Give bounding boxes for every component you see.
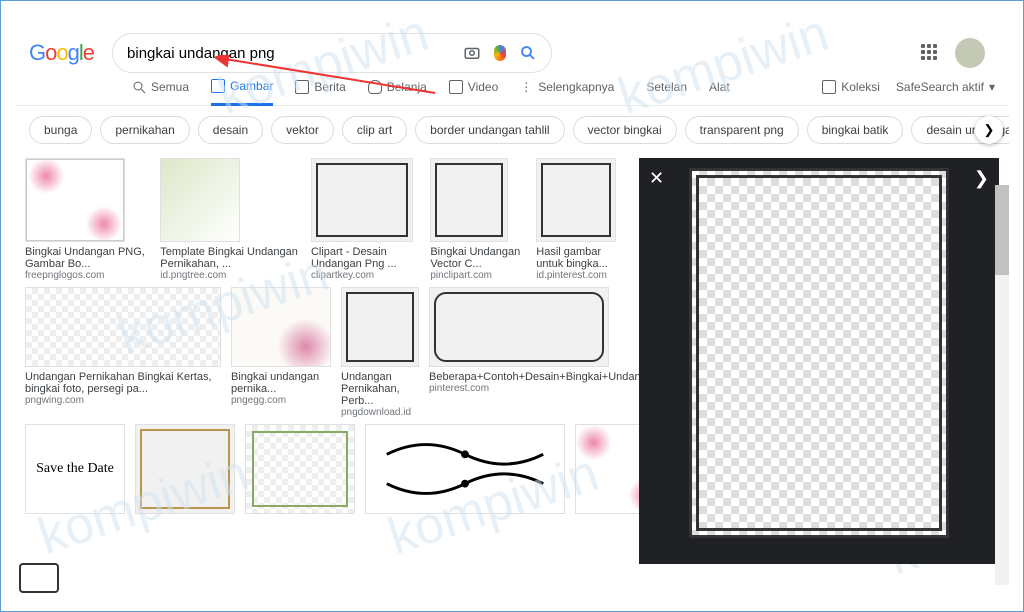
tab-gambar[interactable]: Gambar (211, 79, 273, 106)
result-thumb[interactable]: Template Bingkai Undangan Pernikahan, ..… (160, 158, 301, 281)
tab-video[interactable]: Video (449, 80, 498, 104)
result-thumb[interactable] (575, 424, 639, 514)
chip[interactable]: vektor (271, 116, 334, 144)
image-preview-panel: ✕ ❯ (639, 158, 999, 564)
result-thumb[interactable] (365, 424, 565, 514)
result-thumb[interactable]: Beberapa+Contoh+Desain+Bingkai+Undangan+… (429, 287, 639, 418)
tools-link[interactable]: Alat (709, 80, 730, 104)
chip[interactable]: pernikahan (100, 116, 189, 144)
tab-semua[interactable]: Semua (133, 80, 189, 104)
result-thumb[interactable]: Undangan Pernikahan Bingkai Kertas, bing… (25, 287, 221, 418)
filter-chips: bunga pernikahan desain vektor clip art … (15, 106, 1009, 154)
mic-icon[interactable] (491, 44, 509, 62)
tab-more[interactable]: ⋮Selengkapnya (520, 80, 614, 104)
chip[interactable]: bingkai batik (807, 116, 904, 144)
preview-image[interactable] (689, 168, 949, 538)
next-icon[interactable]: ❯ (974, 168, 989, 189)
avatar[interactable] (955, 38, 985, 68)
chip[interactable]: transparent png (685, 116, 799, 144)
camera-icon[interactable] (463, 44, 481, 62)
apps-grid-icon[interactable] (921, 44, 939, 62)
tab-belanja[interactable]: Belanja (368, 80, 427, 104)
result-thumb[interactable]: Save the Date (25, 424, 125, 514)
result-thumb[interactable]: Clipart - Desain Undangan Png ...clipart… (311, 158, 420, 281)
search-icon[interactable] (519, 44, 537, 62)
koleksi-link[interactable]: Koleksi (822, 80, 880, 104)
search-input[interactable] (127, 45, 453, 62)
chip[interactable]: clip art (342, 116, 407, 144)
scrollbar[interactable] (995, 185, 1009, 585)
chip[interactable]: vector bingkai (573, 116, 677, 144)
nav-tabs: Semua Gambar Berita Belanja Video ⋮Selen… (15, 73, 1009, 106)
google-logo[interactable]: Google (29, 40, 94, 66)
result-thumb[interactable]: Bingkai Undangan PNG, Gambar Bo...freepn… (25, 158, 150, 281)
chip[interactable]: desain (198, 116, 263, 144)
result-thumb[interactable]: Hasil gambar untuk bingka...id.pinterest… (536, 158, 629, 281)
safesearch-link[interactable]: SafeSearch aktif ▾ (896, 80, 995, 104)
result-thumb[interactable]: Bingkai Undangan Vector C...pinclipart.c… (430, 158, 526, 281)
result-thumb[interactable]: Undangan Pernikahan, Perb...pngdownload.… (341, 287, 419, 418)
result-thumb[interactable] (245, 424, 355, 514)
search-box[interactable] (112, 33, 552, 73)
close-icon[interactable]: ✕ (649, 168, 664, 189)
result-thumb[interactable]: Bingkai undangan pernika...pngegg.com (231, 287, 331, 418)
result-thumb[interactable] (135, 424, 235, 514)
chips-scroll-right[interactable]: ❯ (975, 116, 1003, 144)
settings-link[interactable]: Setelan (646, 80, 687, 104)
chip[interactable]: bunga (29, 116, 92, 144)
tab-berita[interactable]: Berita (295, 80, 345, 104)
chip[interactable]: border undangan tahlil (415, 116, 564, 144)
